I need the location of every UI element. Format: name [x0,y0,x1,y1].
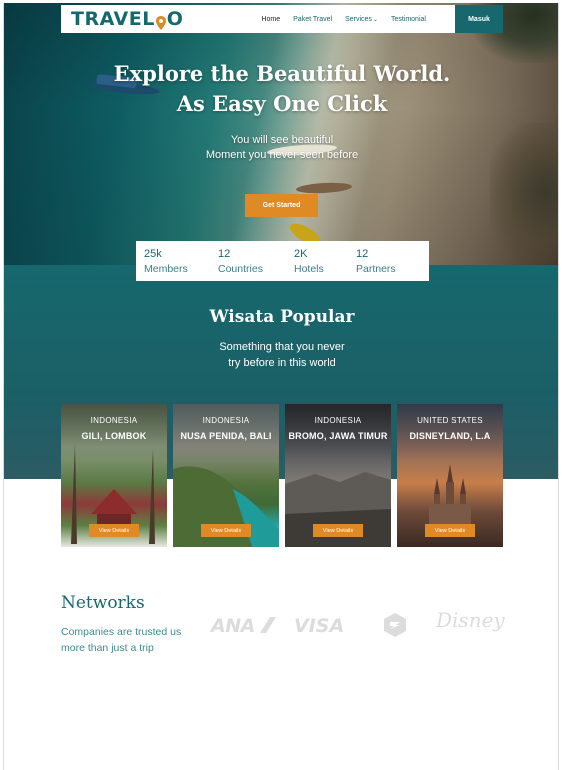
nav-services-label: Services [345,15,372,23]
disney-logo: Disney [436,608,505,632]
stat-members: 25k Members [144,247,188,277]
brand-logo[interactable]: TRAVEL O [71,8,183,30]
chevron-down-icon: ⌄ [372,16,378,23]
popular-subtitle-line1: Something that you never [219,341,345,353]
nav-links: Home Paket Travel Services ⌄ Testimonial [261,16,439,23]
nav-testimonial[interactable]: Testimonial [391,16,426,23]
popular-subtitle-line2: try before in this world [228,357,336,369]
card-country: INDONESIA [314,416,362,425]
stat-hotels: 2K Hotels [294,247,324,277]
stat-countries: 12 Countries [218,247,263,277]
nav-paket-travel[interactable]: Paket Travel [293,16,332,23]
stats-bar: 25k Members 12 Countries 2K Hotels 12 Pa… [136,241,429,281]
stat-value: 2K [294,248,308,260]
stat-value: 12 [356,248,369,260]
popular-section-title: Wisata Popular [209,307,355,327]
hero-subtitle-line2: Moment you never seen before [205,149,359,161]
hero-subtitle-line1: You will see beautiful [230,134,334,146]
stat-value: 12 [218,248,231,260]
view-details-button[interactable]: View Details [313,524,363,537]
networks-subtitle-line1: Companies are trusted us [61,626,182,638]
visa-logo: VISA [294,615,345,637]
card-place: BROMO, JAWA TIMUR [288,431,388,441]
stat-label: Countries [218,263,263,275]
destination-card[interactable]: INDONESIA NUSA PENIDA, BALI View Details [173,404,279,547]
view-details-button[interactable]: View Details [425,524,475,537]
card-country: INDONESIA [202,416,250,425]
stat-value: 25k [144,248,162,260]
card-place: DISNEYLAND, L.A [409,431,491,441]
login-button[interactable]: Masuk [455,5,503,33]
card-place: GILI, LOMBOK [81,431,147,441]
card-country: INDONESIA [90,416,138,425]
nav-services[interactable]: Services ⌄ [345,16,378,23]
networks-subtitle-line2: more than just a trip [61,642,154,654]
destination-card[interactable]: UNITED STATES DISNEYLAND, L.A View Detai… [397,404,503,547]
view-details-button[interactable]: View Details [201,524,251,537]
hero-title-line2: As Easy One Click [176,91,388,116]
stat-label: Hotels [294,263,324,275]
stat-label: Partners [356,263,396,275]
castle-image [429,464,471,524]
navbar: TRAVEL O Home Paket Travel Services ⌄ Test… [61,5,503,33]
ana-logo: ANA [211,615,276,637]
get-started-button[interactable]: Get Started [245,194,318,217]
location-pin-icon [155,13,166,30]
view-details-button[interactable]: View Details [89,524,139,537]
stat-label: Members [144,263,188,275]
hero-title-line1: Explore the Beautiful World. [113,61,451,86]
card-place: NUSA PENIDA, BALI [180,431,272,441]
stat-partners: 12 Partners [356,247,396,277]
nav-home[interactable]: Home [261,16,280,23]
page: TRAVEL O Home Paket Travel Services ⌄ Test… [3,3,559,770]
emblem-logo-icon [384,613,406,637]
destination-card[interactable]: INDONESIA GILI, LOMBOK View Details [61,404,167,547]
destination-card[interactable]: INDONESIA BROMO, JAWA TIMUR View Details [285,404,391,547]
card-country: UNITED STATES [417,416,483,425]
networks-title: Networks [61,593,145,613]
